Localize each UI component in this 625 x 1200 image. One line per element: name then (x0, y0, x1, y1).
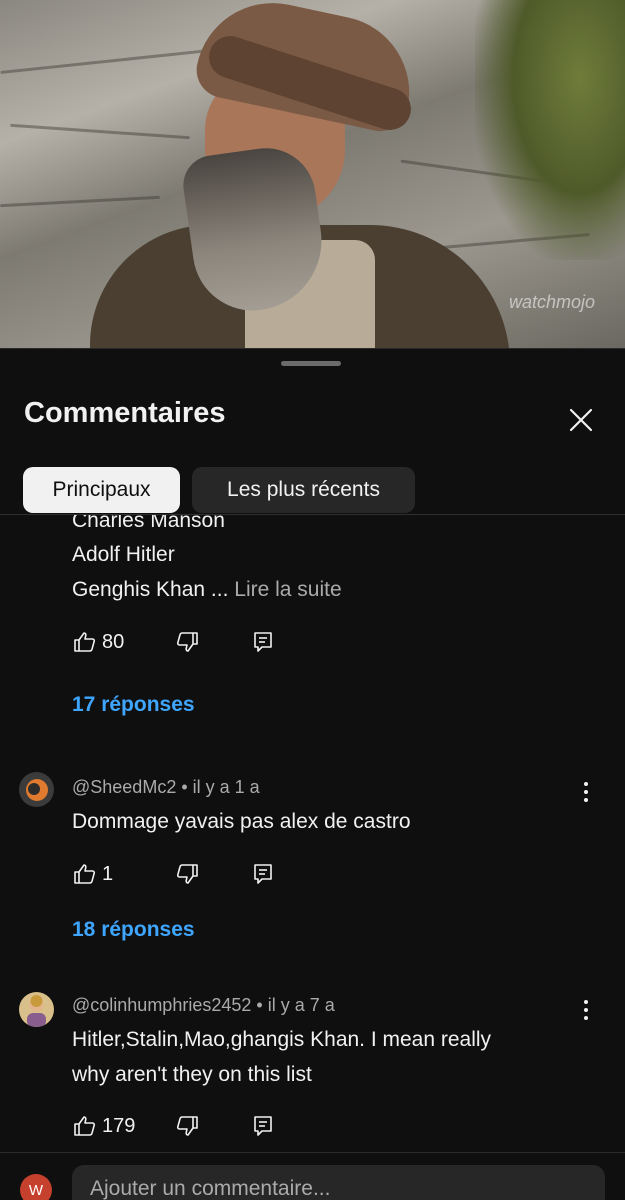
comment-input[interactable] (72, 1165, 605, 1200)
replies-link[interactable]: 18 réponses (72, 918, 195, 942)
rock-texture (0, 195, 160, 208)
thumbs-down-icon (176, 632, 198, 652)
meta-separator: • (181, 777, 193, 797)
thumbs-up-icon (74, 632, 96, 652)
reply-button[interactable] (250, 1113, 276, 1139)
avatar-image (19, 992, 54, 1027)
like-count: 179 (102, 1114, 136, 1137)
dislike-button[interactable] (174, 861, 200, 887)
reply-icon (254, 632, 272, 652)
read-more-link[interactable]: Lire la suite (234, 578, 341, 601)
reply-button[interactable] (250, 861, 276, 887)
avatar[interactable] (19, 772, 54, 807)
rock-texture (10, 123, 190, 140)
foliage (475, 0, 625, 260)
video-player[interactable]: watchmojo (0, 0, 625, 348)
comment-text-line-end: Genghis Khan ... (72, 578, 229, 601)
like-button[interactable] (72, 1113, 98, 1139)
thumbs-up-icon (74, 864, 96, 884)
reply-icon (254, 864, 272, 884)
comments-sheet: Commentaires Principaux Les plus récents… (0, 348, 625, 1200)
reply-button[interactable] (250, 629, 276, 655)
close-button[interactable] (562, 401, 600, 439)
comment-text-line: Charles Manson (72, 515, 225, 532)
comment-text-line: Dommage yavais pas alex de castro (72, 810, 411, 833)
dislike-button[interactable] (174, 629, 200, 655)
like-count: 80 (102, 630, 125, 653)
comment-author[interactable]: @colinhumphries2452 (72, 995, 251, 1015)
more-vert-icon[interactable] (574, 996, 598, 1024)
dislike-button[interactable] (174, 1113, 200, 1139)
drag-handle[interactable] (281, 361, 341, 366)
like-button[interactable] (72, 629, 98, 655)
video-watermark: watchmojo (508, 292, 595, 312)
comment-text-line: Hitler,Stalin,Mao,ghangis Khan. I mean r… (72, 1028, 492, 1051)
comment-composer: W (0, 1152, 625, 1200)
comment-actions: 179 (72, 1111, 276, 1141)
comments-list[interactable]: Charles Manson Adolf Hitler Genghis Khan… (0, 515, 625, 1155)
close-icon (569, 408, 593, 432)
avatar[interactable] (19, 992, 54, 1027)
comment-meta: @SheedMc2 • il y a 1 a (72, 777, 260, 798)
more-vert-icon[interactable] (574, 778, 598, 806)
like-count: 1 (102, 862, 114, 885)
avatar-image (19, 772, 54, 807)
comment-actions: 80 (72, 627, 276, 657)
user-avatar[interactable]: W (20, 1174, 52, 1200)
thumbs-down-icon (176, 1116, 198, 1136)
chip-top-comments[interactable]: Principaux (23, 467, 180, 513)
comment-time: il y a 1 a (192, 777, 260, 797)
meta-separator: • (256, 995, 268, 1015)
comment-author[interactable]: @SheedMc2 (72, 777, 176, 797)
thumbs-down-icon (176, 864, 198, 884)
rock-texture (0, 49, 210, 74)
replies-link[interactable]: 17 réponses (72, 693, 195, 717)
comment-text-line: why aren't they on this list (72, 1063, 312, 1086)
chip-newest-comments[interactable]: Les plus récents (192, 467, 415, 513)
reply-icon (254, 1116, 272, 1136)
comment-actions: 1 (72, 859, 276, 889)
comment-text-line: Genghis Khan ... Lire la suite (72, 578, 342, 602)
comment-meta: @colinhumphries2452 • il y a 7 a (72, 995, 335, 1016)
comment-text-line: Adolf Hitler (72, 543, 175, 566)
thumbs-up-icon (74, 1116, 96, 1136)
like-button[interactable] (72, 861, 98, 887)
comment-time: il y a 7 a (267, 995, 335, 1015)
sheet-title: Commentaires (24, 397, 226, 429)
